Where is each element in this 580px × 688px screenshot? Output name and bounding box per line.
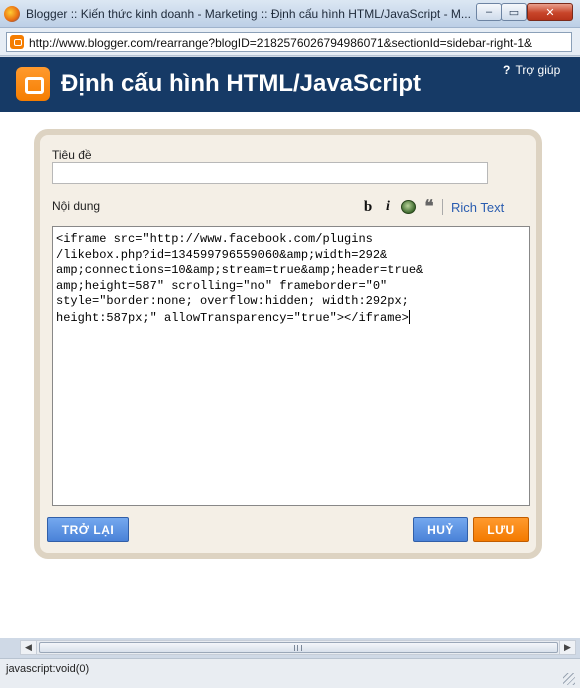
editor-line: amp;height=587" scrolling="no" framebord… bbox=[56, 278, 388, 293]
firefox-icon bbox=[4, 6, 20, 22]
editor-line: <iframe src="http://www.facebook.com/plu… bbox=[56, 232, 373, 246]
resize-grip-icon[interactable] bbox=[563, 673, 575, 685]
back-button[interactable]: TRỞ LẠI bbox=[47, 517, 129, 542]
window-titlebar[interactable]: Blogger :: Kiến thức kinh doanh - Market… bbox=[0, 0, 580, 28]
blogger-header: Định cấu hình HTML/JavaScript ? Trợ giúp bbox=[0, 57, 580, 112]
title-input[interactable] bbox=[52, 162, 488, 184]
url-text: http://www.blogger.com/rearrange?blogID=… bbox=[29, 36, 533, 50]
scroll-left-icon[interactable]: ◀ bbox=[21, 641, 37, 654]
page-content: Tiêu đề Nội dung b i ❝ Rich Text <iframe… bbox=[0, 112, 580, 638]
toolbar-divider bbox=[442, 199, 443, 215]
status-text: javascript:void(0) bbox=[6, 663, 90, 675]
editor-line: height:587px;" allowTransparency="true">… bbox=[56, 310, 409, 325]
scroll-right-icon[interactable]: ▶ bbox=[559, 641, 575, 654]
config-dialog: Tiêu đề Nội dung b i ❝ Rich Text <iframe… bbox=[34, 129, 542, 559]
blogger-icon bbox=[10, 35, 24, 49]
content-label: Nội dung bbox=[52, 199, 101, 213]
cancel-button[interactable]: HUỶ bbox=[413, 517, 468, 542]
minimize-button[interactable]: – bbox=[476, 3, 502, 21]
text-caret bbox=[408, 309, 410, 324]
grip-icon bbox=[294, 645, 302, 651]
insert-image-icon[interactable] bbox=[401, 200, 416, 214]
help-label: Trợ giúp bbox=[515, 63, 561, 77]
help-link[interactable]: ? Trợ giúp bbox=[503, 63, 560, 77]
editor-line: amp;connections=10&amp;stream=true&amp;h… bbox=[56, 263, 424, 278]
italic-button[interactable]: i bbox=[378, 199, 398, 215]
window-title: Blogger :: Kiến thức kinh doanh - Market… bbox=[26, 7, 471, 21]
rich-text-link[interactable]: Rich Text bbox=[451, 200, 504, 215]
title-label: Tiêu đề bbox=[52, 148, 92, 162]
editor-line: style="border:none; overflow:hidden; wid… bbox=[56, 294, 409, 309]
blogger-logo-icon bbox=[16, 67, 50, 101]
scrollbar-thumb[interactable] bbox=[39, 642, 558, 653]
save-button[interactable]: LƯU bbox=[473, 517, 529, 542]
horizontal-scrollbar[interactable]: ◀ ▶ bbox=[20, 640, 576, 655]
page-title: Định cấu hình HTML/JavaScript bbox=[61, 70, 422, 97]
close-window-button[interactable]: ✕ bbox=[527, 3, 573, 21]
bold-button[interactable]: b bbox=[358, 199, 378, 216]
maximize-button[interactable]: ▭ bbox=[501, 3, 527, 21]
content-editor[interactable]: <iframe src="http://www.facebook.com/plu… bbox=[52, 226, 530, 506]
editor-toolbar: b i ❝ Rich Text bbox=[358, 197, 504, 217]
editor-line: /likebox.php?id=134599796559060&amp;widt… bbox=[56, 247, 388, 262]
help-icon: ? bbox=[503, 63, 511, 77]
status-bar: javascript:void(0) bbox=[0, 658, 580, 688]
address-bar: http://www.blogger.com/rearrange?blogID=… bbox=[0, 28, 580, 56]
quote-icon[interactable]: ❝ bbox=[419, 197, 439, 217]
url-field[interactable]: http://www.blogger.com/rearrange?blogID=… bbox=[6, 32, 572, 52]
